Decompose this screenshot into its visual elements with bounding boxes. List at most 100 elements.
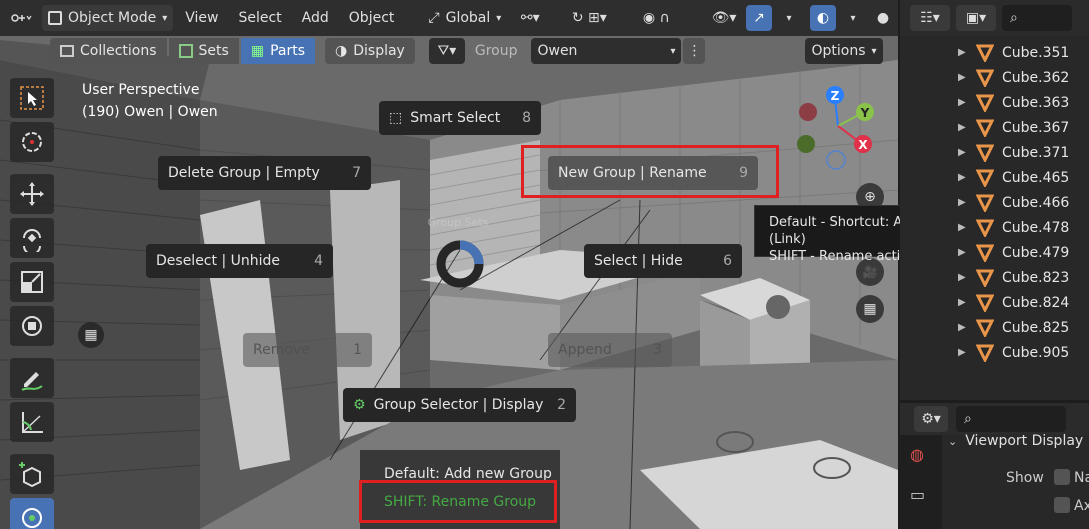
orientation-dropdown[interactable]: ⤢ Global ▾ [422, 5, 508, 31]
editor-type-icon[interactable] [8, 5, 34, 31]
pie-item-label: Append [558, 342, 612, 358]
object-mode-icon [48, 11, 62, 25]
navigation-gizmo[interactable]: Z Y X [790, 82, 890, 174]
display-mode-icon[interactable]: ☷▾ [910, 5, 950, 31]
chevron-down-icon: ▾ [496, 12, 502, 24]
chevron-down-icon[interactable]: ▾ [776, 5, 802, 31]
tab-sets[interactable]: Sets [168, 38, 239, 64]
svg-text:Z: Z [831, 89, 840, 103]
visibility-icon[interactable]: 👁▾ [706, 5, 742, 31]
scale-tool[interactable] [10, 262, 54, 302]
search-icon[interactable]: ⌕ [956, 406, 1066, 432]
pie-smart-select[interactable]: ⬚ Smart Select 8 [379, 101, 541, 135]
menu-select[interactable]: Select [230, 5, 289, 31]
pie-group-selector[interactable]: ⚙ Group Selector | Display 2 [343, 388, 576, 422]
axis-checkbox[interactable] [1054, 497, 1070, 513]
shading-solid-icon[interactable]: ● [870, 5, 896, 31]
outliner-row[interactable]: ▶ Cube.351 [900, 40, 1089, 65]
world-tab-icon[interactable]: ◍ [910, 445, 924, 464]
expand-arrow-icon[interactable]: ▶ [958, 197, 966, 208]
expand-arrow-icon[interactable]: ▶ [958, 322, 966, 333]
3d-viewport[interactable]: Object Mode ▾ View Select Add Object ⤢ G… [0, 0, 898, 529]
outliner-row[interactable]: ▶ Cube.367 [900, 115, 1089, 140]
outliner-row[interactable]: ▶ Cube.479 [900, 240, 1089, 265]
proportional-editing-icon[interactable]: ◉ ∩ [629, 5, 684, 31]
expand-arrow-icon[interactable]: ▶ [958, 47, 966, 58]
filter-icon[interactable]: ⛛▾ [428, 38, 465, 64]
pie-remove: Remove 1 [243, 333, 372, 367]
group-pro-tool[interactable] [10, 498, 54, 529]
viewport-display-section[interactable]: ⌄ Viewport Display [948, 433, 1083, 449]
outliner-row[interactable]: ▶ Cube.478 [900, 215, 1089, 240]
move-tool[interactable] [10, 174, 54, 214]
expand-arrow-icon[interactable]: ▶ [958, 147, 966, 158]
expand-arrow-icon[interactable]: ▶ [958, 247, 966, 258]
overlays-icon[interactable]: ◐ [810, 5, 836, 31]
pie-item-label: Remove [253, 342, 310, 358]
mesh-object-icon [976, 69, 994, 87]
outliner-row[interactable]: ▶ Cube.824 [900, 290, 1089, 315]
outliner-panel: ☷▾ ▣▾ ⌕ ▶ Cube.351 ▶ Cube.362 ▶ Cube.363 ▶ Cube… [900, 0, 1089, 400]
outliner-row[interactable]: ▶ Cube.466 [900, 190, 1089, 215]
options-dropdown[interactable]: Options ▾ [805, 38, 883, 64]
add-cube-tool[interactable] [10, 454, 54, 494]
chevron-down-icon[interactable]: ▾ [840, 5, 866, 31]
expand-arrow-icon[interactable]: ▶ [958, 272, 966, 283]
mesh-object-icon [976, 94, 994, 112]
mesh-object-icon [976, 269, 994, 287]
expand-arrow-icon[interactable]: ▶ [958, 72, 966, 83]
chevron-down-icon: ▾ [871, 45, 877, 57]
transform-tool[interactable] [10, 306, 54, 346]
annotate-tool[interactable] [10, 358, 54, 398]
filter-view-icon[interactable]: ▣▾ [956, 5, 996, 31]
outliner-row[interactable]: ▶ Cube.905 [900, 340, 1089, 365]
expand-arrow-icon[interactable]: ▶ [958, 297, 966, 308]
rotate-tool[interactable] [10, 218, 54, 258]
pivot-point-icon[interactable]: ⚯▾ [511, 5, 550, 31]
outliner-item-label: Cube.824 [1002, 294, 1070, 311]
measure-tool[interactable] [10, 402, 54, 442]
expand-arrow-icon[interactable]: ▶ [958, 172, 966, 183]
ortho-grid-icon[interactable]: ▦ [856, 295, 884, 323]
outliner-item-label: Cube.363 [1002, 94, 1070, 111]
pie-delete-group[interactable]: Delete Group | Empty 7 [158, 156, 371, 190]
parts-grid-icon: ▦ [250, 43, 265, 59]
properties-editor-icon[interactable]: ⚙▾ [914, 406, 948, 432]
snap-icon[interactable]: ↻ ⊞▾ [557, 5, 622, 31]
outliner-row[interactable]: ▶ Cube.465 [900, 165, 1089, 190]
outliner-row[interactable]: ▶ Cube.371 [900, 140, 1089, 165]
outliner-row[interactable]: ▶ Cube.362 [900, 65, 1089, 90]
mode-dropdown[interactable]: Object Mode ▾ [42, 5, 174, 31]
expand-arrow-icon[interactable]: ▶ [958, 97, 966, 108]
outliner-row[interactable]: ▶ Cube.823 [900, 265, 1089, 290]
select-box-tool[interactable] [10, 78, 54, 118]
outliner-row[interactable]: ▶ Cube.363 [900, 90, 1089, 115]
outliner-item-label: Cube.466 [1002, 194, 1070, 211]
quick-favorites-icon[interactable]: ▦ [78, 322, 104, 348]
tab-display[interactable]: ◑ Display [325, 38, 415, 64]
pie-item-number: 1 [353, 342, 362, 358]
tab-parts[interactable]: ▦ Parts [240, 38, 316, 64]
menu-object[interactable]: Object [341, 5, 403, 31]
group-dropdown[interactable]: Owen ▾ [531, 38, 682, 64]
group-menu-button[interactable]: ⋮ [683, 38, 706, 64]
select-box-icon [20, 86, 44, 110]
pie-deselect[interactable]: Deselect | Unhide 4 [146, 244, 333, 278]
expand-arrow-icon[interactable]: ▶ [958, 122, 966, 133]
outliner-row[interactable]: ▶ Cube.825 [900, 315, 1089, 340]
pie-select-hide[interactable]: Select | Hide 6 [584, 244, 742, 278]
gizmo-toggle-icon[interactable]: ↗ [746, 5, 772, 31]
cursor-tool[interactable] [10, 122, 54, 162]
expand-arrow-icon[interactable]: ▶ [958, 347, 966, 358]
menu-view[interactable]: View [177, 5, 226, 31]
search-icon[interactable]: ⌕ [1002, 5, 1072, 31]
cursor-icon [22, 132, 42, 152]
name-checkbox[interactable] [1054, 469, 1070, 485]
outliner-item-label: Cube.905 [1002, 344, 1070, 361]
expand-arrow-icon[interactable]: ▶ [958, 222, 966, 233]
menu-add[interactable]: Add [294, 5, 337, 31]
properties-tabs: ◍ ▭ [900, 435, 942, 529]
collection-tab-icon[interactable]: ▭ [910, 485, 925, 504]
tab-collections[interactable]: Collections [50, 38, 167, 64]
mesh-object-icon [976, 44, 994, 62]
